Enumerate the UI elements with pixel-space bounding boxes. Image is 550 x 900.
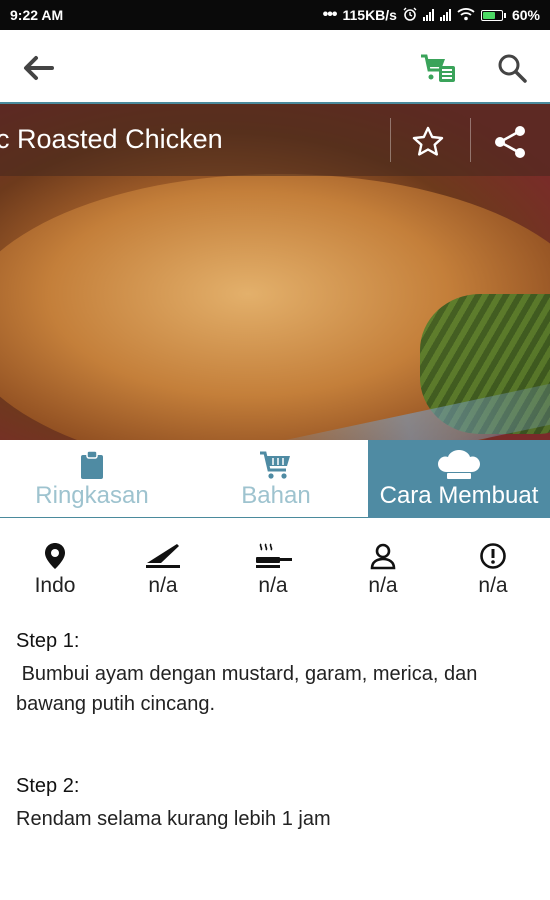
- info-serving: n/a: [338, 540, 428, 598]
- step-text: Bumbui ayam dengan mustard, garam, meric…: [16, 663, 483, 715]
- person-icon: [370, 543, 396, 570]
- step-title: Step 2:: [16, 775, 80, 797]
- info-value: n/a: [368, 574, 398, 597]
- alert-icon: [480, 543, 506, 569]
- info-value: n/a: [258, 574, 288, 597]
- pan-icon: [256, 543, 292, 568]
- search-icon: [498, 54, 527, 83]
- back-arrow-icon: [24, 56, 54, 80]
- info-prep: n/a: [118, 540, 208, 598]
- signal-icon: [439, 9, 451, 21]
- shopping-list-button[interactable]: [418, 48, 458, 88]
- recipe-tabs: Ringkasan Bahan Cara Membuat: [0, 440, 550, 518]
- step-2: Step 2: Rendam selama kurang lebih 1 jam: [16, 775, 536, 834]
- step-title: Step 1:: [16, 630, 80, 652]
- info-value: n/a: [478, 574, 508, 597]
- tab-label: Cara Membuat: [379, 482, 539, 509]
- recipe-hero-image: c Roasted Chicken: [0, 104, 550, 440]
- location-pin-icon: [45, 543, 65, 569]
- tab-label: Ringkasan: [35, 482, 149, 509]
- tab-cara-membuat[interactable]: Cara Membuat: [368, 440, 550, 518]
- clipboard-icon: [81, 450, 103, 479]
- tab-ringkasan[interactable]: Ringkasan: [0, 440, 184, 518]
- recipe-title: c Roasted Chicken: [0, 124, 223, 154]
- recipe-title-bar: c Roasted Chicken: [0, 104, 550, 176]
- battery-icon: [480, 9, 506, 21]
- network-speed: 115KB/s: [342, 7, 397, 23]
- info-difficulty: n/a: [448, 540, 538, 598]
- star-icon: [412, 126, 444, 156]
- back-button[interactable]: [18, 48, 58, 88]
- divider: [390, 118, 391, 162]
- step-1: Step 1: Bumbui ayam dengan mustard, gara…: [16, 630, 536, 719]
- status-time: 9:22 AM: [10, 7, 64, 23]
- alarm-icon: [403, 7, 417, 24]
- wifi-icon: [457, 7, 475, 24]
- knife-icon: [146, 544, 180, 568]
- divider: [470, 118, 471, 162]
- share-button[interactable]: [490, 122, 530, 162]
- cart-icon: [260, 451, 290, 479]
- signal-icon: [422, 9, 434, 21]
- info-value: n/a: [148, 574, 178, 597]
- info-origin: Indo: [10, 540, 100, 598]
- status-bar: 9:22 AM ••• 115KB/s 60%: [0, 0, 550, 30]
- share-icon: [495, 126, 525, 158]
- recipe-info-row: Indo n/a n/a n/a n/a: [0, 540, 550, 610]
- info-value: Indo: [34, 574, 76, 597]
- dots-icon: •••: [322, 6, 338, 23]
- chef-hat-icon: [438, 450, 480, 479]
- status-icons: ••• 115KB/s 60%: [323, 6, 540, 24]
- app-bar: [0, 30, 550, 104]
- step-text: Rendam selama kurang lebih 1 jam: [16, 808, 331, 830]
- favorite-button[interactable]: [408, 122, 448, 162]
- shopping-cart-list-icon: [421, 54, 455, 82]
- battery-percent: 60%: [511, 7, 540, 23]
- tab-bahan[interactable]: Bahan: [184, 440, 368, 518]
- search-button[interactable]: [492, 48, 532, 88]
- info-cook: n/a: [228, 540, 318, 598]
- tab-label: Bahan: [241, 482, 311, 509]
